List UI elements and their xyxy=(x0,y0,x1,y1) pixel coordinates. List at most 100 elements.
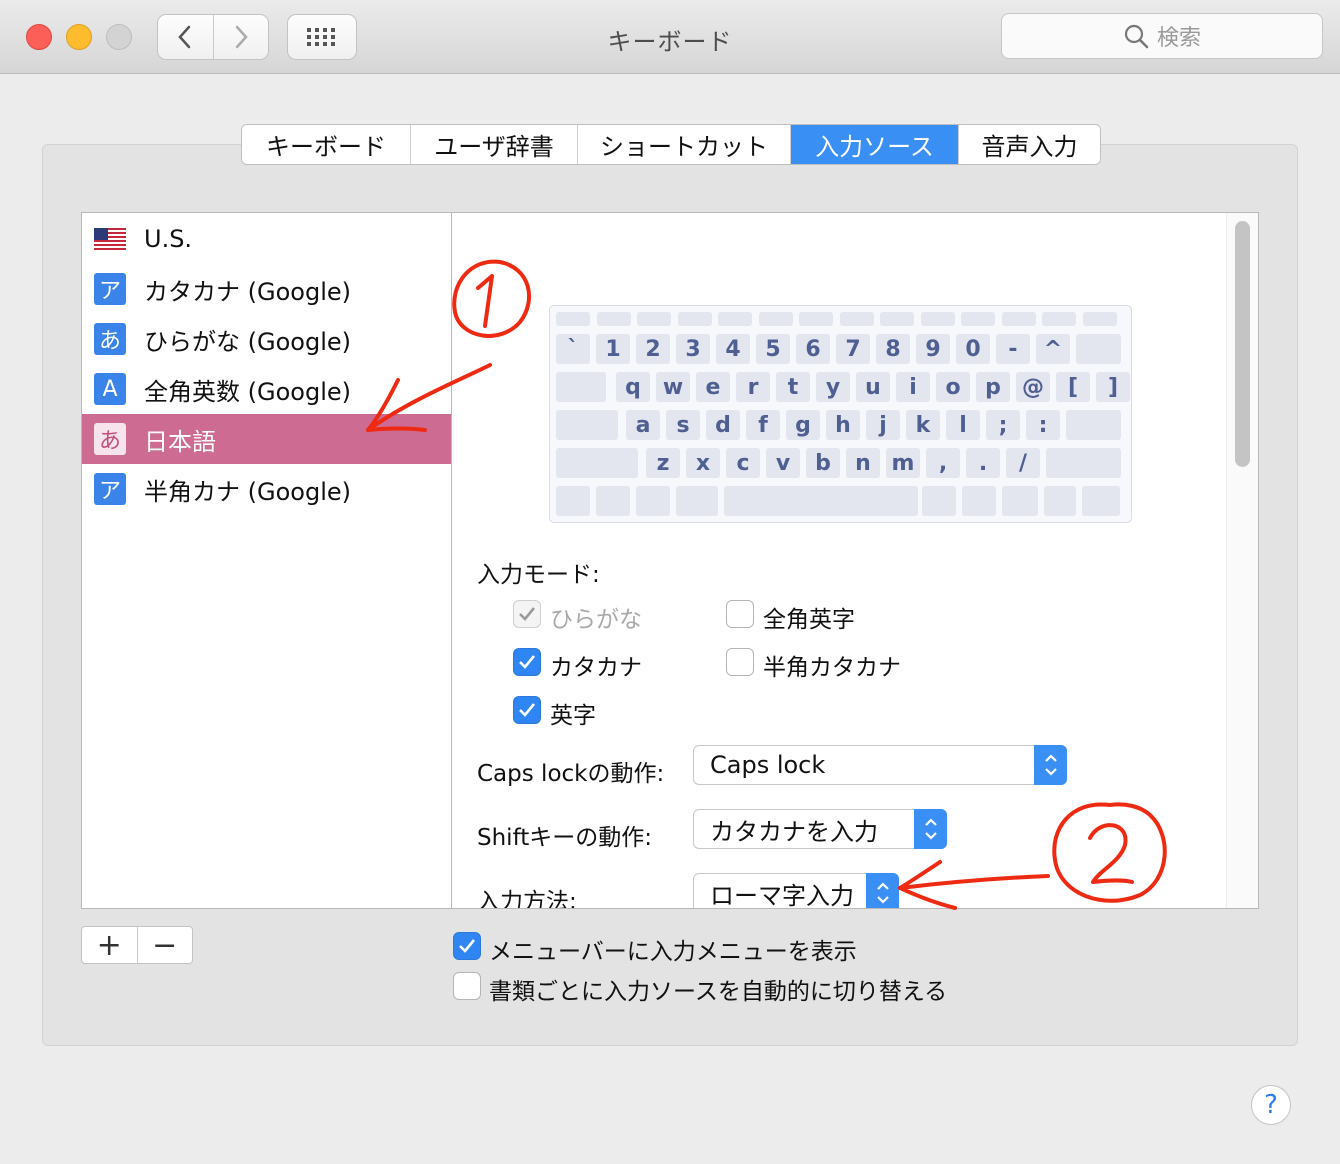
key-0-6: 6 xyxy=(796,334,830,364)
caps-lock-value: Caps lock xyxy=(710,751,826,779)
input-method-value: ローマ字入力 xyxy=(710,881,854,909)
source-item-katakana-google[interactable]: ア カタカナ (Google) xyxy=(82,264,451,314)
checkmark-icon xyxy=(519,703,536,717)
source-item-halfwidth-kana-google[interactable]: ア 半角カナ (Google) xyxy=(82,464,451,514)
mode-roman-label: 英字 xyxy=(550,703,596,729)
key-0-4: 4 xyxy=(716,334,750,364)
blank-key xyxy=(556,486,590,516)
popup-stepper-icon xyxy=(1034,745,1067,785)
key-0-12: ^ xyxy=(1036,334,1070,364)
input-method-popup[interactable]: ローマ字入力 xyxy=(693,873,899,909)
blank-key xyxy=(758,312,793,326)
blank-key xyxy=(922,486,956,516)
mode-katakana-checkbox[interactable] xyxy=(513,648,541,676)
key-2-5: h xyxy=(826,410,860,440)
mode-halfwidth-katakana-checkbox[interactable] xyxy=(726,648,754,676)
mode-fullwidth-roman-checkbox[interactable] xyxy=(726,600,754,628)
key-2-10: : xyxy=(1026,410,1060,440)
input-mode-label: 入力モード: xyxy=(477,562,600,588)
checkmark-icon xyxy=(519,655,536,669)
blank-key xyxy=(1076,334,1121,364)
hiragana-icon: あ xyxy=(94,323,126,355)
key-0-9: 9 xyxy=(916,334,950,364)
key-0-5: 5 xyxy=(756,334,790,364)
blank-key xyxy=(1044,486,1076,516)
key-3-6: m xyxy=(886,448,920,478)
key-3-1: x xyxy=(686,448,720,478)
source-item-hiragana-google[interactable]: あ ひらがな (Google) xyxy=(82,314,451,364)
forward-button[interactable] xyxy=(212,15,269,59)
mode-katakana-label: カタカナ xyxy=(550,655,642,681)
blank-key xyxy=(596,486,630,516)
key-1-5: y xyxy=(816,372,850,402)
tab-shortcuts[interactable]: ショートカット xyxy=(577,125,790,164)
caps-lock-label: Caps lockの動作: xyxy=(477,761,665,787)
key-3-5: n xyxy=(846,448,880,478)
key-2-3: f xyxy=(746,410,780,440)
keyboard-layout-preview: ` 1 2 3 4 5 6 7 8 9 0- ^ q w e r t y u i o p @[] a s d f g h j k l;: z x c… xyxy=(549,305,1132,523)
back-button[interactable] xyxy=(158,15,213,59)
input-method-label: 入力方法: xyxy=(477,889,577,909)
minimize-window-button[interactable] xyxy=(66,24,92,50)
key-3-4: b xyxy=(806,448,840,478)
key-2-9: ; xyxy=(986,410,1020,440)
scrollbar[interactable] xyxy=(1226,213,1258,908)
tab-keyboard[interactable]: キーボード xyxy=(242,125,410,164)
key-0-11: - xyxy=(996,334,1030,364)
key-2-0: a xyxy=(626,410,660,440)
mode-roman-checkbox[interactable] xyxy=(513,696,541,724)
blank-key xyxy=(961,312,995,326)
katakana-icon: ア xyxy=(94,473,126,505)
mode-hiragana-label: ひらがな xyxy=(550,607,642,633)
window-title: キーボード xyxy=(607,28,733,56)
blank-key xyxy=(677,312,712,326)
tab-dictation[interactable]: 音声入力 xyxy=(958,125,1100,164)
checkmark-icon xyxy=(519,607,536,621)
popup-stepper-icon xyxy=(866,873,899,908)
key-1-8: o xyxy=(936,372,970,402)
source-label: ひらがな (Google) xyxy=(144,327,351,356)
source-item-fullwidth-alpha-google[interactable]: A 全角英数 (Google) xyxy=(82,364,451,414)
auto-switch-source-checkbox[interactable] xyxy=(453,972,481,1000)
back-forward-group xyxy=(157,14,269,60)
show-all-button[interactable] xyxy=(287,14,357,60)
key-0-3: 3 xyxy=(676,334,710,364)
chevron-right-icon xyxy=(235,25,248,49)
source-label: カタカナ (Google) xyxy=(144,277,351,306)
scrollbar-thumb[interactable] xyxy=(1235,221,1250,467)
tab-input-sources[interactable]: 入力ソース xyxy=(790,125,958,164)
search-icon xyxy=(1124,24,1149,49)
blank-key xyxy=(1002,486,1038,516)
fullwidth-alpha-icon: A xyxy=(94,373,126,405)
key-2-6: j xyxy=(866,410,900,440)
key-2-4: g xyxy=(786,410,820,440)
blank-key xyxy=(1082,312,1117,326)
shift-key-popup[interactable]: カタカナを入力 xyxy=(693,809,947,849)
zoom-window-button[interactable] xyxy=(106,24,132,50)
auto-switch-source-label: 書類ごとに入力ソースを自動的に切り替える xyxy=(489,979,948,1005)
help-button[interactable]: ? xyxy=(1251,1085,1291,1125)
add-source-button[interactable]: + xyxy=(82,927,137,963)
key-0-1: 1 xyxy=(596,334,630,364)
remove-source-button[interactable]: − xyxy=(136,927,193,963)
tab-user-dictionary[interactable]: ユーザ辞書 xyxy=(410,125,577,164)
us-flag-icon xyxy=(94,223,126,255)
key-1-6: u xyxy=(856,372,890,402)
close-window-button[interactable] xyxy=(26,24,52,50)
title-bar: キーボード 検索 xyxy=(0,0,1340,74)
checkmark-icon xyxy=(459,939,476,953)
key-0-7: 7 xyxy=(836,334,870,364)
key-3-0: z xyxy=(646,448,680,478)
popup-stepper-icon xyxy=(914,809,947,849)
key-3-2: c xyxy=(726,448,760,478)
add-remove-group: + − xyxy=(81,926,193,964)
caps-lock-popup[interactable]: Caps lock xyxy=(693,745,1067,785)
key-2-8: l xyxy=(946,410,980,440)
source-item-us[interactable]: U.S. xyxy=(82,214,451,264)
key-1-3: r xyxy=(736,372,770,402)
source-item-japanese[interactable]: あ 日本語 xyxy=(82,414,451,464)
blank-key xyxy=(1001,312,1036,326)
show-input-menu-checkbox[interactable] xyxy=(453,932,481,960)
search-field[interactable]: 検索 xyxy=(1001,13,1323,59)
key-1-9: p xyxy=(976,372,1010,402)
